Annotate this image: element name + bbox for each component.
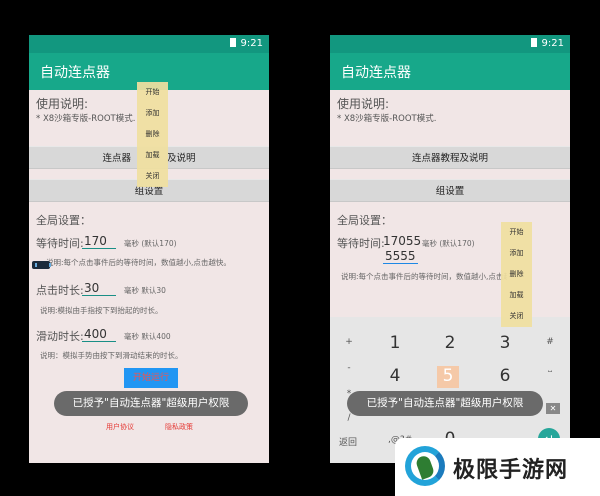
slide-unit: 毫秒 默认400: [124, 332, 171, 341]
wait-input[interactable]: 170: [82, 234, 116, 249]
wait-unit: 毫秒 (默认170): [124, 239, 177, 248]
menu-close[interactable]: 关闭: [137, 166, 168, 187]
menu-add[interactable]: 添加: [137, 103, 168, 124]
group-settings-button[interactable]: 组设置: [330, 179, 570, 202]
clock: 9:21: [240, 38, 263, 49]
menu-start[interactable]: 开始: [137, 82, 168, 103]
menu-add[interactable]: 添加: [501, 243, 532, 264]
slide-note: 说明：模拟手势由按下到滑动结束的时长。: [40, 351, 183, 360]
user-agreement-link[interactable]: 用户协议: [106, 422, 134, 432]
slide-label: 滑动时长:: [36, 330, 84, 343]
root-toast: 已授予"自动连点器"超级用户权限: [54, 391, 248, 416]
wait-note: 说明:每个点击事件后的等待时间，数值越小,点击越快。: [46, 258, 231, 267]
key-back[interactable]: 返回: [339, 435, 357, 448]
clock: 9:21: [541, 38, 564, 49]
menu-delete[interactable]: 删除: [137, 124, 168, 145]
wait-edit-input[interactable]: 5555: [383, 249, 418, 264]
key-minus[interactable]: -: [339, 363, 359, 373]
start-run-button[interactable]: 开始运行: [124, 368, 178, 388]
app-title: 自动连点器: [341, 65, 411, 81]
floating-menu: 开始 添加 删除 加载 关闭: [137, 82, 168, 187]
click-unit: 毫秒 默认30: [124, 286, 166, 295]
menu-start[interactable]: 开始: [501, 222, 532, 243]
click-label: 点击时长:: [36, 284, 84, 297]
wait-note: 说明:每个点击事件后的等待时间，数值越小,点击越快。: [341, 272, 507, 281]
phone-screen-right: 9:21 自动连点器 使用说明: * X8沙箱专版-ROOT模式. 连点器教程及…: [330, 35, 570, 463]
key-1[interactable]: 1: [380, 333, 410, 353]
float-target-icon[interactable]: [32, 261, 51, 269]
phone-screen-left: 9:21 自动连点器 使用说明: * X8沙箱专版-ROOT模式. 连点器 及说明…: [29, 35, 269, 463]
slide-input[interactable]: 400: [82, 327, 116, 342]
tutorial-button[interactable]: 连点器教程及说明: [330, 146, 570, 169]
app-title: 自动连点器: [40, 65, 110, 81]
usage-heading: 使用说明:: [36, 97, 89, 111]
key-space[interactable]: ⎵: [540, 363, 560, 373]
backspace-icon[interactable]: ✕: [546, 403, 560, 414]
key-4[interactable]: 4: [380, 366, 410, 386]
wait-input[interactable]: 17055: [383, 234, 421, 248]
menu-load[interactable]: 加载: [137, 145, 168, 166]
menu-load[interactable]: 加载: [501, 285, 532, 306]
mode-text: * X8沙箱专版-ROOT模式.: [36, 114, 136, 124]
menu-close[interactable]: 关闭: [501, 306, 532, 327]
privacy-policy-link[interactable]: 隐私政策: [165, 422, 193, 432]
battery-icon: [530, 38, 537, 47]
wait-label: 等待时间:: [337, 237, 385, 250]
global-settings-heading: 全局设置：: [337, 214, 392, 227]
key-5[interactable]: 5: [433, 366, 463, 386]
root-toast: 已授予"自动连点器"超级用户权限: [347, 391, 543, 416]
status-bar: 9:21: [330, 35, 570, 53]
watermark-text: 极限手游网: [453, 458, 569, 483]
global-settings-heading: 全局设置：: [36, 214, 91, 227]
battery-icon: [229, 38, 236, 47]
wait-unit: 毫秒 (默认170): [422, 239, 475, 248]
key-plus[interactable]: +: [339, 337, 359, 347]
key-hash[interactable]: #: [540, 337, 560, 347]
usage-heading: 使用说明:: [337, 97, 390, 111]
menu-delete[interactable]: 删除: [501, 264, 532, 285]
floating-menu: 开始 添加 删除 加载 关闭: [501, 222, 532, 327]
status-bar: 9:21: [29, 35, 269, 53]
click-note: 说明:模拟由手指按下到抬起的时长。: [40, 306, 163, 315]
mode-text: * X8沙箱专版-ROOT模式.: [337, 114, 437, 124]
wait-label: 等待时间:: [36, 237, 84, 250]
watermark: 极限手游网: [395, 438, 600, 496]
key-6[interactable]: 6: [490, 366, 520, 386]
app-bar: 自动连点器: [330, 53, 570, 90]
click-input[interactable]: 30: [82, 281, 116, 296]
key-2[interactable]: 2: [435, 333, 465, 353]
key-3[interactable]: 3: [490, 333, 520, 353]
